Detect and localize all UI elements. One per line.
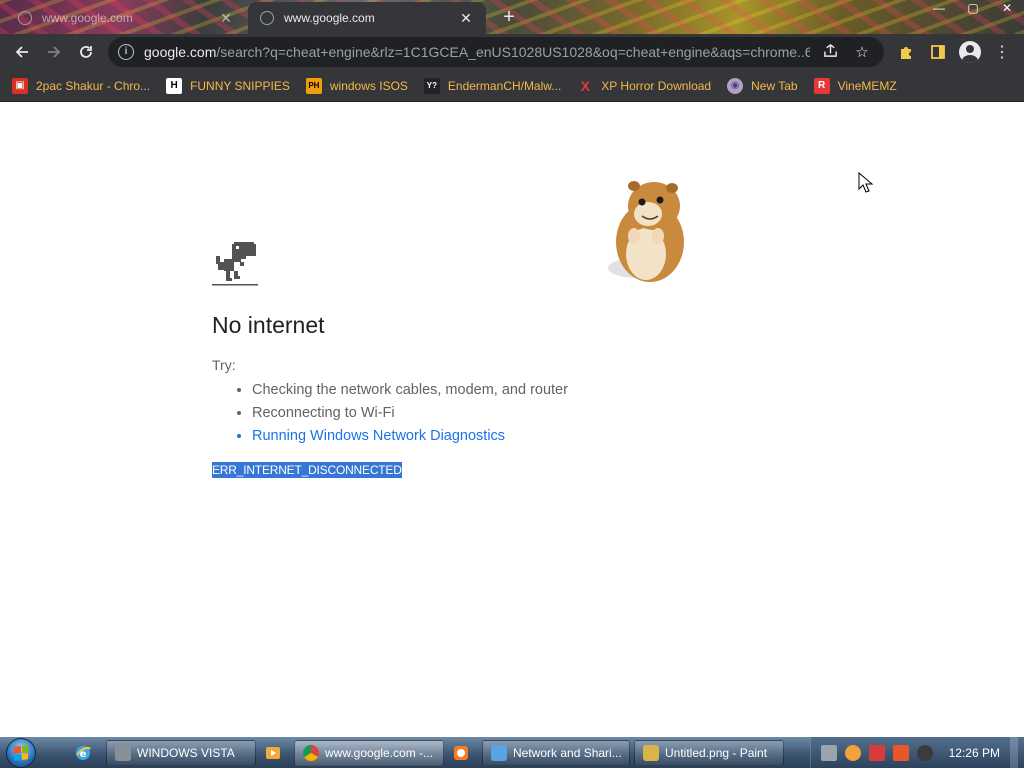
suggestions-list: Checking the network cables, modem, and … <box>252 380 568 449</box>
forward-arrow-icon[interactable] <box>38 36 70 68</box>
bookmark-item[interactable]: R VineMEMZ <box>813 77 897 94</box>
bookmark-star-icon[interactable]: ☆ <box>850 43 874 61</box>
tab-title: www.google.com <box>284 11 375 25</box>
back-arrow-icon[interactable] <box>6 36 38 68</box>
x-icon: X <box>580 77 590 94</box>
speaker-icon[interactable] <box>916 744 933 761</box>
browser-tab-active[interactable]: www.google.com ✕ <box>248 2 486 34</box>
avatar-icon <box>959 41 981 63</box>
new-tab-button[interactable]: + <box>498 6 520 28</box>
extensions-puzzle-icon[interactable] <box>890 36 922 68</box>
bookmark-label: FUNNY SNIPPIES <box>190 78 290 93</box>
taskbar-item-label: www.google.com -... <box>325 745 434 760</box>
bookmark-label: 2pac Shakur - Chro... <box>36 78 151 93</box>
site-info-icon[interactable]: i <box>118 44 134 60</box>
page-title: No internet <box>212 312 325 338</box>
ph-icon: PH <box>305 77 322 94</box>
address-url[interactable]: google.com/search?q=cheat+engine&rlz=1C1… <box>144 44 810 60</box>
window-controls: — ▢ ✕ <box>922 0 1024 18</box>
bookmark-label: windows ISOS <box>329 78 408 93</box>
close-tab-icon[interactable]: ✕ <box>218 10 234 27</box>
app-icon[interactable] <box>448 740 474 766</box>
bookmark-label: XP Horror Download <box>601 78 712 93</box>
browser-tab-inactive[interactable]: www.google.com ✕ <box>6 2 246 34</box>
system-tray: 12:26 PM <box>809 737 1024 768</box>
menu-kebab-icon[interactable]: ⋮ <box>986 36 1018 68</box>
search-icon[interactable] <box>844 744 861 761</box>
bookmark-item[interactable]: X XP Horror Download <box>577 77 712 94</box>
bookmark-item[interactable]: PH windows ISOS <box>305 77 408 94</box>
taskbar-item-paint[interactable]: Untitled.png - Paint <box>634 739 784 766</box>
taskbar-item-windows-vista[interactable]: WINDOWS VISTA <box>106 739 256 766</box>
media-player-icon[interactable] <box>260 740 286 766</box>
taskbar-item-chrome[interactable]: www.google.com -... <box>294 739 444 766</box>
try-label: Try: <box>212 357 236 373</box>
taskbar-item-label: Network and Shari... <box>513 745 622 760</box>
browser-tab-strip: www.google.com ✕ www.google.com ✕ + — ▢ … <box>0 0 1024 34</box>
windows-taskbar: e WINDOWS VISTA www.google.com -... Netw… <box>0 737 1024 768</box>
bookmark-item[interactable]: ◉ New Tab <box>727 77 798 94</box>
tray-app-icon[interactable] <box>820 744 837 761</box>
bookmark-label: New Tab <box>751 78 798 93</box>
svg-text:e: e <box>80 749 87 760</box>
taskbar-item-network-sharing[interactable]: Network and Shari... <box>482 739 630 766</box>
toolbar-right: ⋮ <box>890 36 1018 68</box>
globe-icon <box>260 11 274 25</box>
network-icon <box>491 744 507 761</box>
address-bar[interactable]: i google.com/search?q=cheat+engine&rlz=1… <box>108 37 884 67</box>
bookmark-label: VineMEMZ <box>837 78 897 93</box>
browser-toolbar: i google.com/search?q=cheat+engine&rlz=1… <box>0 34 1024 70</box>
r-icon: R <box>813 77 830 94</box>
windows-orb-icon <box>6 737 36 768</box>
internet-explorer-icon[interactable]: e <box>70 740 96 766</box>
taskbar-item-label: Untitled.png - Paint <box>665 745 768 760</box>
list-item: Checking the network cables, modem, and … <box>252 380 568 403</box>
flag-icon[interactable] <box>868 744 885 761</box>
profile-avatar[interactable] <box>954 36 986 68</box>
share-icon[interactable] <box>818 43 842 62</box>
network-diagnostics-link[interactable]: Running Windows Network Diagnostics <box>252 426 568 449</box>
bookmark-item[interactable]: Y? EndermanCH/Malw... <box>423 77 562 94</box>
close-window-button[interactable]: ✕ <box>990 0 1024 18</box>
media-icon: ▣ <box>12 77 28 94</box>
tab-title: www.google.com <box>42 11 133 25</box>
minimize-button[interactable]: — <box>922 0 956 18</box>
bookmark-label: EndermanCH/Malw... <box>447 78 562 93</box>
reload-icon[interactable] <box>70 36 102 68</box>
mouse-cursor-icon <box>858 172 874 193</box>
paint-icon <box>643 744 659 761</box>
start-button[interactable] <box>0 737 42 768</box>
clock[interactable]: 12:26 PM <box>949 746 1000 760</box>
bookmark-item[interactable]: H FUNNY SNIPPIES <box>166 77 290 94</box>
monitor-icon[interactable] <box>892 744 909 761</box>
bookmark-item[interactable]: ▣ 2pac Shakur - Chro... <box>12 77 151 94</box>
page-content: No internet Try: Checking the network ca… <box>0 103 1024 737</box>
globe-icon <box>18 11 32 25</box>
show-desktop-button[interactable] <box>1010 737 1018 768</box>
list-item: Reconnecting to Wi-Fi <box>252 403 568 426</box>
yp-icon: Y? <box>423 77 440 94</box>
hamster-image <box>608 181 684 282</box>
bookmarks-bar: ▣ 2pac Shakur - Chro... H FUNNY SNIPPIES… <box>0 70 1024 102</box>
side-panel-icon[interactable] <box>922 36 954 68</box>
taskbar-item-label: WINDOWS VISTA <box>137 745 235 760</box>
window-icon <box>115 744 131 761</box>
chrome-icon <box>303 744 319 761</box>
error-code: ERR_INTERNET_DISCONNECTED <box>212 462 402 478</box>
dinosaur-icon[interactable] <box>212 240 258 286</box>
h-icon: H <box>166 77 183 94</box>
globe-icon: ◉ <box>727 77 744 94</box>
close-tab-icon[interactable]: ✕ <box>458 10 474 27</box>
maximize-button[interactable]: ▢ <box>956 0 990 18</box>
